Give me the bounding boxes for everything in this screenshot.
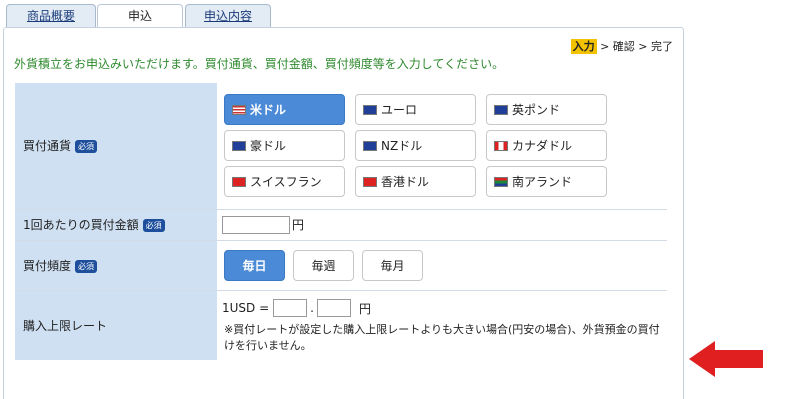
- tab-label: 商品概要: [26, 9, 75, 23]
- amount-cell: 円: [217, 209, 667, 241]
- amount-unit: 円: [292, 218, 305, 232]
- za-flag-icon: [494, 176, 508, 187]
- remaining-steps: > 確認 > 完了: [596, 40, 673, 53]
- currency-grid: 米ドル ユーロ 英ポンド豪ドル NZドル カナダドルスイスフラン 香港ドル 南アランド: [217, 89, 667, 202]
- red-arrow-icon: [689, 341, 763, 377]
- uk-flag-icon: [494, 104, 508, 115]
- required-badge: 必須: [75, 259, 98, 273]
- currency-option[interactable]: 南アランド: [486, 166, 607, 198]
- currency-label: 南アランド: [512, 175, 573, 190]
- frequency-label: 買付頻度 必須: [15, 240, 217, 291]
- limit-note: ※買付レートが設定した購入上限レートよりも大きい場合(円安の場合)、外貨預金の買…: [224, 323, 660, 353]
- currency-option[interactable]: 香港ドル: [355, 166, 476, 198]
- currency-options: 米ドル ユーロ 英ポンド豪ドル NZドル カナダドルスイスフラン 香港ドル 南アランド: [217, 83, 667, 210]
- frequency-buttons: 毎日 毎週 毎月: [217, 241, 667, 289]
- currency-option[interactable]: NZドル: [355, 130, 476, 162]
- currency-label: ユーロ: [381, 103, 418, 118]
- ch-flag-icon: [232, 176, 246, 187]
- limit-prefix: 1USD =: [222, 301, 270, 316]
- required-badge: 必須: [75, 140, 98, 154]
- label-text: 1回あたりの買付金額: [23, 218, 139, 232]
- amount-row: 1回あたりの買付金額 必須 円: [15, 209, 667, 241]
- ca-flag-icon: [494, 140, 508, 151]
- eu-flag-icon: [363, 104, 377, 115]
- limit-rate-row: 購入上限レート 1USD = . 円 ※買付レートが設定した購入上限レートよりも…: [15, 290, 667, 360]
- limit-unit: 円: [358, 301, 371, 316]
- currency-option[interactable]: スイスフラン: [224, 166, 345, 198]
- required-badge: 必須: [142, 219, 165, 232]
- frequency-row: 買付頻度 必須 毎日 毎週 毎月: [15, 240, 667, 291]
- currency-label: 英ポンド: [512, 103, 561, 118]
- currency-option[interactable]: 米ドル: [224, 94, 345, 126]
- us-flag-icon: [232, 104, 246, 115]
- currency-option[interactable]: カナダドル: [486, 130, 607, 162]
- limit-dot: .: [310, 301, 314, 316]
- intro-text: 外貨積立をお申込みいただけます。買付通貨、買付金額、買付頻度等を入力してください…: [14, 57, 505, 71]
- limit-rate-cell: 1USD = . 円 ※買付レートが設定した購入上限レートよりも大きい場合(円安…: [217, 290, 667, 360]
- currency-label: カナダドル: [512, 139, 573, 154]
- tab-application-content[interactable]: 申込内容: [185, 4, 271, 28]
- currency-row: 買付通貨 必須 米ドル ユーロ 英ポンド豪ドル NZドル カナダドルスイスフラン 香港ドル 南…: [15, 83, 667, 210]
- amount-input[interactable]: [222, 215, 290, 234]
- currency-label: スイスフラン: [250, 175, 322, 190]
- currency-option[interactable]: ユーロ: [355, 94, 476, 126]
- currency-label: 買付通貨 必須: [15, 83, 217, 210]
- application-form: 買付通貨 必須 米ドル ユーロ 英ポンド 豪ドル NZドル カナダドル スイスフラン 香港ドル南…: [15, 83, 667, 360]
- step-indicator: 入力 > 確認 > 完了: [570, 38, 673, 54]
- currency-option[interactable]: 豪ドル: [224, 130, 345, 162]
- currency-option[interactable]: 英ポンド: [486, 94, 607, 126]
- frequency-cell: 毎日 毎週 毎月: [217, 240, 667, 291]
- frequency-option[interactable]: 毎日: [224, 249, 285, 281]
- current-step: 入力: [570, 39, 597, 54]
- currency-label: 米ドル: [250, 103, 287, 118]
- hk-flag-icon: [363, 176, 377, 187]
- tab-apply[interactable]: 申込: [97, 4, 183, 29]
- tab-product-overview[interactable]: 商品概要: [6, 4, 96, 28]
- amount-label: 1回あたりの買付金額 必須: [15, 209, 217, 241]
- frequency-option[interactable]: 毎週: [293, 249, 354, 281]
- limit-integer-input[interactable]: [273, 299, 308, 318]
- label-text: 買付頻度: [23, 258, 72, 273]
- nz-flag-icon: [363, 140, 377, 151]
- label-text: 購入上限レート: [23, 318, 108, 333]
- au-flag-icon: [232, 140, 246, 151]
- currency-label: 香港ドル: [381, 175, 430, 190]
- frequency-option[interactable]: 毎月: [362, 249, 423, 281]
- label-text: 買付通貨: [23, 139, 72, 154]
- tab-label: 申込内容: [203, 9, 252, 23]
- limit-rate-label: 購入上限レート: [15, 290, 217, 360]
- limit-decimal-input[interactable]: [316, 299, 351, 318]
- currency-label: NZドル: [381, 139, 423, 154]
- currency-label: 豪ドル: [250, 139, 287, 154]
- tab-label: 申込: [127, 9, 152, 23]
